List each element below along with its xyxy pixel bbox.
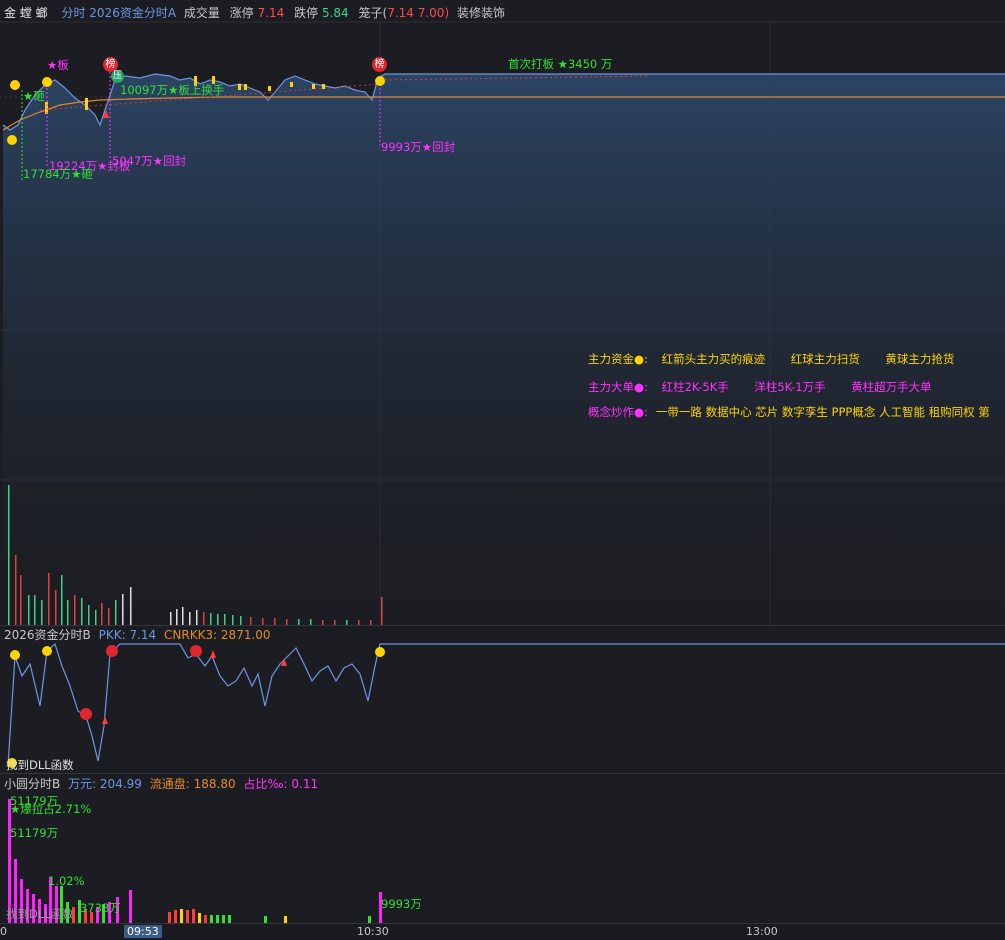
sector-label[interactable]: 装修装饰	[457, 6, 505, 20]
time-tick: 0	[0, 925, 7, 938]
yellow-ball	[7, 135, 17, 145]
amount-annotation: 9993万	[381, 897, 422, 911]
legend-concepts: 概念炒作●: 一带一路 数据中心 芯片 数字孪生 PPP概念 人工智能 租购同权 …	[588, 404, 1005, 420]
float-label: 流通盘: 188.80	[149, 777, 236, 791]
pressure-tag-icon: 压	[111, 70, 124, 83]
reseal-annotation-1: 5047万★回封	[112, 154, 187, 168]
yellow-ball	[42, 646, 52, 656]
yellow-bar	[85, 98, 88, 110]
small-circle-header: 小圆分时B 万元: 204.99 流通盘: 188.80 占比‰: 0.11	[4, 775, 318, 792]
bang-tag-icon: 榜	[372, 57, 387, 72]
red-arrow-icon	[102, 716, 108, 724]
amount-annotation: 51179万	[10, 826, 59, 840]
legend-item: 红球主力扫货	[790, 352, 860, 366]
amount-annotation: 3738万	[80, 901, 121, 915]
chart-header: 金 螳 螂 分时 2026资金分时A 成交量 涨停 7.14 跌停 5.84 笼…	[4, 4, 505, 21]
red-ball-icon	[190, 645, 202, 657]
indicator-name[interactable]: 分时 2026资金分时A	[61, 6, 176, 20]
yellow-bar	[312, 84, 315, 89]
cage-value: 7.14 7.00)	[387, 6, 450, 20]
legend-item: 红箭头主力买的痕迹	[661, 352, 766, 366]
time-tick: 10:30	[357, 925, 389, 938]
red-ball-icon	[106, 645, 118, 657]
legend-title: 主力大单●:	[588, 380, 648, 394]
dll-note: 找到DLL函数	[6, 758, 74, 772]
board-annotation: ★板	[47, 58, 69, 72]
indicator-b-svg	[7, 642, 1005, 768]
smash-amount-annotation: 17784万★砸	[23, 167, 93, 181]
indicator-b-line	[7, 642, 1005, 767]
indicator-b-title[interactable]: 2026资金分时B	[4, 628, 91, 642]
yellow-bar	[244, 84, 247, 90]
limit-down-value: 5.84	[321, 6, 349, 20]
yellow-bar	[238, 84, 241, 90]
pkk-label: PKK: 7.14	[98, 628, 157, 642]
first-board-label: 首次打板 ★3450 万	[508, 57, 613, 71]
smash-annotation: ★砸	[23, 89, 45, 103]
legend-item: 黄柱超万手大单	[851, 380, 932, 394]
yellow-ball	[375, 647, 385, 657]
legend-item: 黄球主力抢货	[885, 352, 955, 366]
turnover-annotation: 10097万★板上换手	[120, 83, 225, 97]
small-circle-svg	[8, 799, 382, 924]
dll-note: 找到DLL函数	[6, 907, 74, 921]
yellow-bar	[322, 84, 325, 89]
yellow-bar	[268, 86, 271, 91]
legend-title: 主力资金●:	[588, 352, 648, 366]
reseal-annotation-2: 9993万★回封	[381, 140, 456, 154]
yellow-ball	[375, 76, 385, 86]
surge-annotation: ★爆拉占2.71%	[10, 802, 92, 816]
concepts-list: 一带一路 数据中心 芯片 数字孪生 PPP概念 人工智能 租购同权 第	[655, 405, 990, 419]
red-arrow-icon	[210, 650, 216, 658]
cage-label: 笼子(	[358, 6, 388, 20]
ratio-label: 占比‰: 0.11	[243, 777, 319, 791]
legend-item: 红柱2K-5K手	[661, 380, 729, 394]
ratio-annotation: 1.02%	[48, 874, 85, 888]
small-circle-pane[interactable]: 小圆分时B 万元: 204.99 流通盘: 188.80 占比‰: 0.11 5…	[0, 773, 1005, 924]
indicator-b-header: 2026资金分时B PKK: 7.14 CNRKK3: 2871.00	[4, 626, 271, 643]
indicator-b-pane[interactable]: 2026资金分时B PKK: 7.14 CNRKK3: 2871.00 找到DL…	[0, 625, 1005, 774]
yellow-ball	[10, 80, 20, 90]
time-axis: 0 09:53 10:30 13:00	[0, 923, 1005, 940]
legend-item: 洋柱5K-1万手	[754, 380, 826, 394]
intraday-price-pane[interactable]: 金 螳 螂 分时 2026资金分时A 成交量 涨停 7.14 跌停 5.84 笼…	[0, 0, 1005, 625]
legend-big-orders: 主力大单●: 红柱2K-5K手 洋柱5K-1万手 黄柱超万手大单	[588, 379, 954, 395]
cnrkk-label: CNRKK3: 2871.00	[164, 628, 271, 642]
yellow-ball	[42, 77, 52, 87]
volume-label: 成交量	[183, 6, 220, 20]
yellow-ball	[10, 650, 20, 660]
wan-label: 万元: 204.99	[68, 777, 142, 791]
limit-down-label: 跌停	[294, 6, 319, 20]
time-tick-selected[interactable]: 09:53	[124, 925, 162, 938]
legend-title: 概念炒作●:	[588, 405, 648, 419]
limit-up-label: 涨停	[229, 6, 254, 20]
time-tick: 13:00	[746, 925, 778, 938]
stock-name[interactable]: 金 螳 螂	[4, 6, 48, 20]
red-ball-icon	[80, 708, 92, 720]
yellow-bar	[290, 82, 293, 87]
legend-main-funds: 主力资金●: 红箭头主力买的痕迹 红球主力扫货 黄球主力抢货	[588, 351, 976, 367]
small-circle-title[interactable]: 小圆分时B	[4, 777, 60, 791]
limit-up-value: 7.14	[257, 6, 285, 20]
